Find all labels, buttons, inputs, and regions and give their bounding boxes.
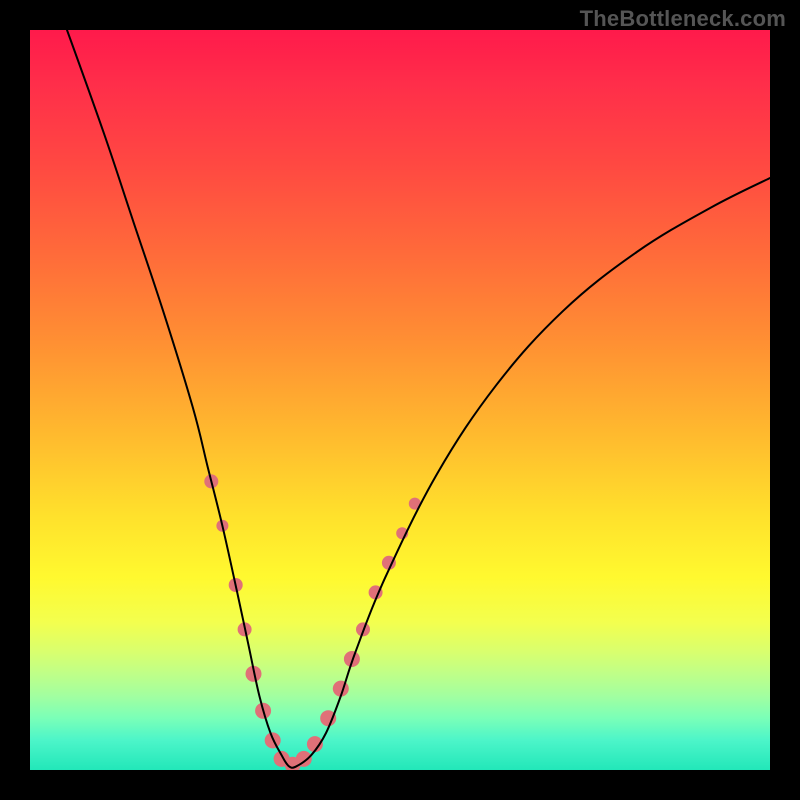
watermark-text: TheBottleneck.com: [580, 6, 786, 32]
plot-frame: [30, 30, 770, 770]
stage: TheBottleneck.com: [0, 0, 800, 800]
marker-layer: [204, 474, 420, 770]
chart-svg: [30, 30, 770, 770]
bottleneck-curve: [67, 30, 770, 768]
